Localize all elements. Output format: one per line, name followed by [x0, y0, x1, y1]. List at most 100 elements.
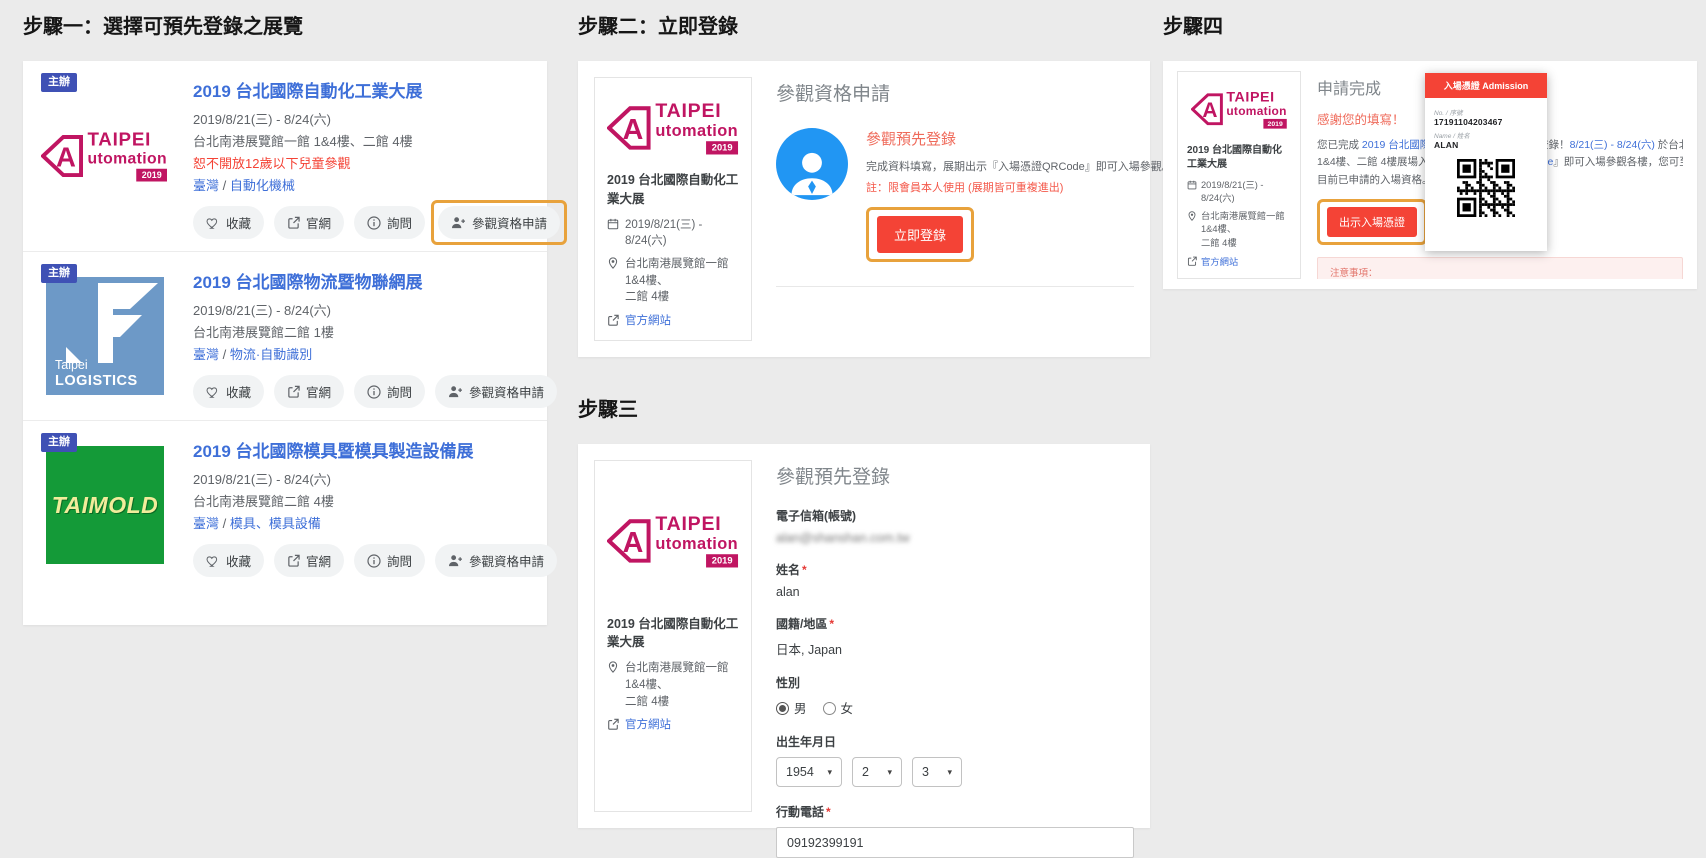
register-now-button[interactable]: 立即登錄 [877, 216, 963, 253]
taimold-logo: TAIMOLD [46, 446, 164, 564]
person-add-icon [448, 385, 463, 398]
official-site-row: 官方網站 [1187, 254, 1291, 268]
apply-button[interactable]: 參觀資格申請 [435, 544, 557, 577]
inquire-button[interactable]: 詢問 [354, 206, 425, 239]
step4-column: 步驟四 A TAIPEI utomation 2019 [1163, 10, 1697, 289]
person-add-icon [451, 216, 466, 229]
inquire-button[interactable]: 詢問 [354, 375, 425, 408]
gender-male-radio[interactable]: 男 [776, 698, 807, 717]
summary-title: 2019 台北國際自動化工業大展 [607, 615, 739, 651]
region-link[interactable]: 臺灣 [193, 178, 219, 193]
chevron-down-icon: ▾ [947, 767, 952, 778]
favorite-button[interactable]: 收藏 [193, 375, 264, 408]
website-button[interactable]: 官網 [274, 206, 344, 239]
organizer-badge: 主辦 [41, 433, 77, 452]
phone-label: 行動電話* [776, 803, 1134, 820]
svg-text:A: A [56, 142, 76, 173]
exhibition-venue: 台北南港展覽館二館 1樓 [193, 322, 529, 344]
exhibition-title-link[interactable]: 2019 台北國際自動化工業大展 [193, 77, 529, 102]
exhibition-region-line: 臺灣 / 模具、模具設備 [193, 513, 529, 535]
category-link[interactable]: 自動化機械 [230, 178, 295, 193]
official-site-row: 官方網站 [607, 312, 739, 328]
location-pin-icon [607, 257, 619, 269]
exhibition-summary-card: A TAIPEI utomation 2019 2019 台北國際自動化工業大展… [594, 460, 752, 812]
nationality-field-group: 國籍/地區* 日本, Japan [776, 615, 1134, 658]
admission-card: 入場憑證 Admission No. / 序號 17191104203467 N… [1425, 73, 1547, 251]
step2-step3-column: 步驟二：立即登錄 A TAIPEI utomation 2019 [578, 10, 1150, 828]
official-site-link[interactable]: 官方網站 [625, 312, 671, 328]
website-button[interactable]: 官網 [274, 544, 344, 577]
location-pin-icon [1187, 211, 1197, 221]
pre-registration-description: 完成資料填寫，展期出示『入場憑證QRCode』即可入場參觀。 [866, 158, 1173, 174]
gender-label: 性別 [776, 674, 1134, 691]
admission-no-label: No. / 序號 [1434, 107, 1538, 117]
step3-panel: A TAIPEI utomation 2019 2019 台北國際自動化工業大展… [578, 444, 1150, 828]
exhibition-region-line: 臺灣 / 物流·自動識別 [193, 344, 529, 366]
external-link-icon [287, 385, 300, 398]
divider [776, 286, 1134, 287]
radio-selected-icon [776, 702, 789, 715]
birth-month-select[interactable]: 2▾ [852, 757, 902, 787]
birth-day-select[interactable]: 3▾ [912, 757, 962, 787]
apply-button[interactable]: 參觀資格申請 [435, 375, 557, 408]
step2-heading: 步驟二：立即登錄 [578, 10, 1150, 39]
automation-logo: A TAIPEI utomation 2019 [607, 103, 740, 153]
section-title: 參觀資格申請 [776, 79, 1134, 106]
visitor-avatar [776, 128, 848, 200]
region-link[interactable]: 臺灣 [193, 347, 219, 362]
exhibition-date: 2019/8/21(三) - 8/24(六) [193, 469, 529, 491]
website-button[interactable]: 官網 [274, 375, 344, 408]
region-link[interactable]: 臺灣 [193, 516, 219, 531]
external-link-icon [287, 554, 300, 567]
svg-text:A: A [622, 527, 643, 559]
exhibition-date: 2019/8/21(三) - 8/24(六) [193, 300, 529, 322]
form-title: 參觀預先登錄 [776, 462, 1134, 489]
category-link[interactable]: 模具、模具設備 [230, 516, 321, 531]
automation-emblem-icon: A [607, 106, 651, 150]
heart-icon [206, 554, 220, 568]
admission-header: 入場憑證 Admission [1425, 73, 1547, 98]
gender-field-group: 性別 男 女 [776, 674, 1134, 717]
official-site-link[interactable]: 官方網站 [625, 716, 671, 732]
automation-logo: A TAIPEI utomation 2019 [1191, 91, 1288, 128]
info-icon [367, 216, 381, 230]
exhibition-title-link[interactable]: 2019 台北國際物流暨物聯網展 [193, 268, 529, 293]
inquire-button[interactable]: 詢問 [354, 544, 425, 577]
external-link-icon [607, 718, 619, 730]
exhibition-card-logistics: 主辦 Taipei LOGISTICS 2019 台北國際物流暨物聯網展 201… [23, 251, 547, 420]
exhibition-title-link[interactable]: 2019 台北國際模具暨模具製造設備展 [193, 437, 529, 462]
qr-code [1457, 159, 1515, 217]
birthdate-field-group: 出生年月日 1954▾ 2▾ 3▾ [776, 733, 1134, 787]
step1-panel: 主辦 A TAIPEI utomation 2019 [23, 61, 547, 625]
summary-venue: 台北南港展覽館一館 1&4樓、二館 4樓 [607, 660, 739, 710]
official-site-link[interactable]: 官方網站 [1201, 254, 1238, 268]
automation-logo: A TAIPEI utomation 2019 [41, 132, 169, 180]
gender-female-radio[interactable]: 女 [823, 698, 854, 717]
summary-venue: 台北南港展覽館一館 1&4樓、二館 4樓 [607, 256, 739, 306]
external-link-icon [287, 216, 300, 229]
step2-panel: A TAIPEI utomation 2019 2019 台北國際自動化工業大展… [578, 61, 1150, 357]
show-admission-button[interactable]: 出示入場憑證 [1327, 207, 1417, 237]
phone-input[interactable] [776, 827, 1134, 858]
person-add-icon [448, 554, 463, 567]
exhibition-venue: 台北南港展覽館二館 4樓 [193, 491, 529, 513]
birth-year-select[interactable]: 1954▾ [776, 757, 842, 787]
favorite-button[interactable]: 收藏 [193, 544, 264, 577]
svg-text:A: A [1202, 99, 1217, 122]
notice-title: 注意事項： [1330, 265, 1670, 279]
email-label: 電子信箱(帳號) [776, 507, 1134, 524]
pre-registration-note: 註：限會員本人使用 (展期皆可重複進出) [866, 179, 1173, 195]
category-link[interactable]: 物流·自動識別 [230, 347, 312, 362]
favorite-button[interactable]: 收藏 [193, 206, 264, 239]
external-link-icon [1187, 256, 1197, 266]
summary-venue: 台北南港展覽館一館 1&4樓、二館 4樓 [1187, 210, 1291, 250]
nationality-label: 國籍/地區* [776, 615, 1134, 632]
apply-highlight-box: 參觀資格申請 [431, 200, 567, 245]
calendar-icon [1187, 180, 1197, 190]
step3-heading: 步驟三 [578, 393, 1150, 422]
organizer-badge: 主辦 [41, 73, 77, 92]
nationality-value: 日本, Japan [776, 639, 1134, 658]
apply-button[interactable]: 參觀資格申請 [438, 206, 560, 239]
admission-no-value: 17191104203467 [1434, 117, 1538, 127]
summary-title: 2019 台北國際自動化工業大展 [1187, 144, 1291, 173]
